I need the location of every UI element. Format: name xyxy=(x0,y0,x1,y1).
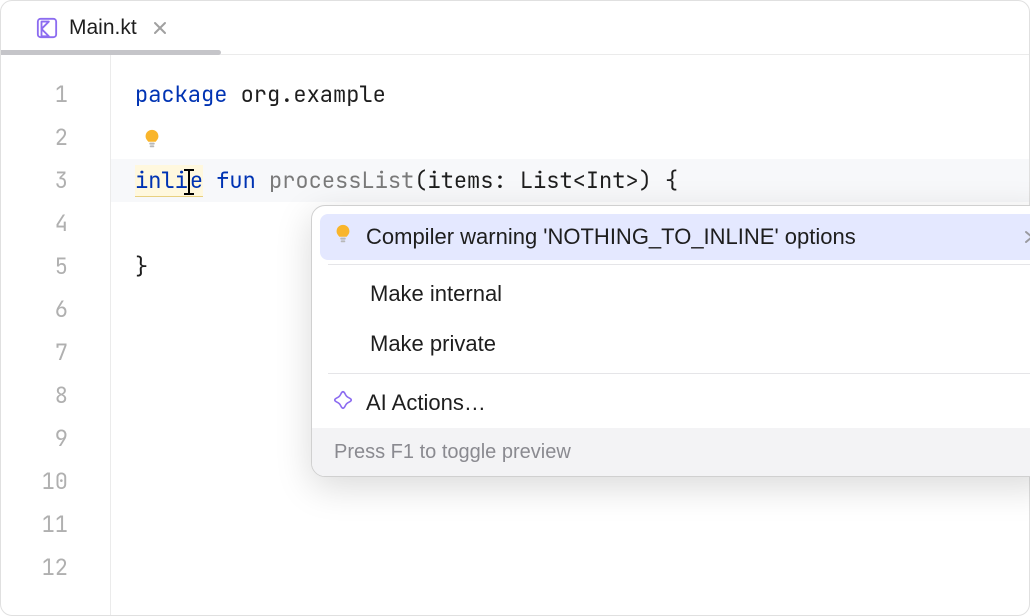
line-number[interactable]: 2 xyxy=(1,116,110,159)
intention-item-ai-actions[interactable]: AI Actions… xyxy=(312,378,1030,428)
keyword-fun: fun xyxy=(203,166,269,195)
lightbulb-icon xyxy=(332,223,354,251)
intention-item-compiler-warning[interactable]: Compiler warning 'NOTHING_TO_INLINE' opt… xyxy=(320,214,1030,260)
line-number[interactable]: 6 xyxy=(1,288,110,331)
intention-bulb-icon[interactable] xyxy=(141,128,163,150)
intention-item-label: AI Actions… xyxy=(366,390,486,416)
text-caret xyxy=(183,172,195,192)
code-line-11[interactable] xyxy=(111,503,1029,546)
code-line-1[interactable]: package org.example xyxy=(111,73,1029,116)
ai-icon xyxy=(332,389,354,417)
popup-footer: Press F1 to toggle preview xyxy=(312,428,1030,476)
line-number[interactable]: 8 xyxy=(1,374,110,417)
popup-separator xyxy=(328,373,1030,374)
keyword-inline: inlie xyxy=(135,165,203,197)
line-number[interactable]: 9 xyxy=(1,417,110,460)
type: List<Int> xyxy=(520,166,639,195)
intention-popup: Compiler warning 'NOTHING_TO_INLINE' opt… xyxy=(311,205,1030,477)
intention-item-label: Compiler warning 'NOTHING_TO_INLINE' opt… xyxy=(366,224,856,250)
params-open: (items: xyxy=(414,166,520,195)
intention-item-label: Make internal xyxy=(370,281,502,307)
code-line-3[interactable]: inlie fun processList(items: List<Int>) … xyxy=(111,159,1029,202)
line-number[interactable]: 3 xyxy=(1,159,110,202)
line-number[interactable]: 5 xyxy=(1,245,110,288)
keyword-package: package xyxy=(135,80,227,109)
params-close: ) { xyxy=(639,166,679,195)
intention-item-make-internal[interactable]: Make internal xyxy=(312,269,1030,319)
line-number[interactable]: 12 xyxy=(1,546,110,589)
editor-tab[interactable]: Main.kt xyxy=(25,8,179,48)
line-number[interactable]: 1 xyxy=(1,73,110,116)
popup-footer-hint: Press F1 to toggle preview xyxy=(334,441,571,464)
chevron-right-icon xyxy=(1024,224,1030,250)
line-number[interactable]: 4 xyxy=(1,202,110,245)
tab-bar: Main.kt xyxy=(1,1,1029,55)
function-name: processList xyxy=(269,166,414,195)
intention-item-make-private[interactable]: Make private xyxy=(312,319,1030,369)
close-tab-icon[interactable] xyxy=(151,19,169,37)
code-line-12[interactable] xyxy=(111,546,1029,589)
kotlin-file-icon xyxy=(35,16,59,40)
code-line-2[interactable] xyxy=(111,116,1029,159)
popup-separator xyxy=(328,264,1030,265)
tab-filename: Main.kt xyxy=(69,16,137,40)
editor-area: 1 2 3 4 5 6 7 8 9 10 11 12 package org.e… xyxy=(1,55,1029,615)
intention-item-label: Make private xyxy=(370,331,496,357)
package-name: org.example xyxy=(227,80,385,109)
line-number[interactable]: 11 xyxy=(1,503,110,546)
brace-close: } xyxy=(135,252,148,281)
line-number[interactable]: 10 xyxy=(1,460,110,503)
gutter: 1 2 3 4 5 6 7 8 9 10 11 12 xyxy=(1,55,111,615)
line-number[interactable]: 7 xyxy=(1,331,110,374)
